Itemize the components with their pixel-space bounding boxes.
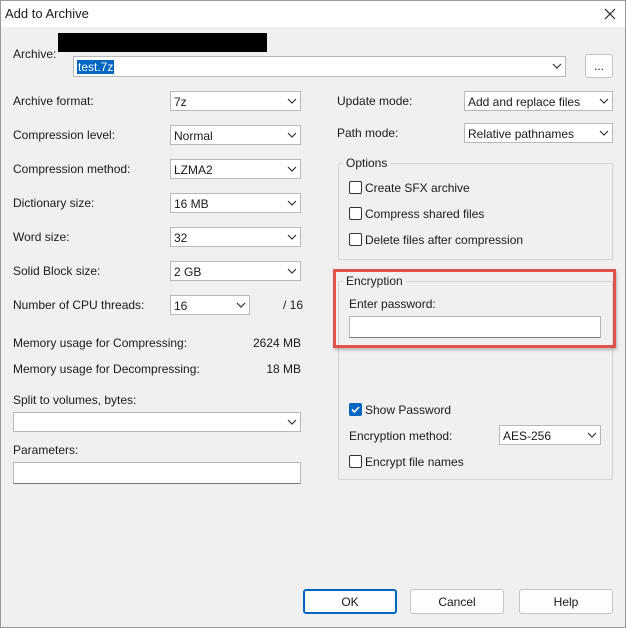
solid-block-size-select[interactable]: 2 GB — [170, 261, 301, 281]
close-icon — [604, 8, 616, 20]
word-size-value: 32 — [174, 231, 188, 245]
chevron-down-icon — [599, 98, 609, 104]
compress-shared-label: Compress shared files — [365, 207, 485, 221]
cancel-button-label: Cancel — [438, 594, 476, 609]
delete-after-checkbox[interactable] — [349, 233, 362, 246]
dictionary-size-select[interactable]: 16 MB — [170, 193, 301, 213]
path-mode-label: Path mode: — [337, 126, 399, 140]
archive-format-select[interactable]: 7z — [170, 91, 301, 111]
ok-button[interactable]: OK — [303, 589, 397, 614]
update-mode-value: Add and replace files — [468, 95, 581, 109]
ok-button-label: OK — [341, 594, 359, 609]
window-title: Add to Archive — [5, 6, 89, 21]
chevron-down-icon — [287, 98, 297, 104]
archive-path-combo[interactable]: test.7z — [73, 56, 566, 77]
solid-block-size-value: 2 GB — [174, 265, 202, 279]
encryption-method-label: Encryption method: — [349, 429, 453, 443]
compress-shared-checkbox[interactable] — [349, 207, 362, 220]
word-size-label: Word size: — [13, 230, 70, 244]
browse-button[interactable]: ... — [585, 54, 613, 78]
dictionary-size-label: Dictionary size: — [13, 196, 95, 210]
solid-block-size-label: Solid Block size: — [13, 264, 101, 278]
chevron-down-icon — [287, 166, 297, 172]
parameters-input[interactable] — [13, 462, 301, 484]
chevron-down-icon — [587, 432, 597, 438]
compression-level-select[interactable]: Normal — [170, 125, 301, 145]
encrypt-names-label: Encrypt file names — [365, 455, 464, 469]
chevron-down-icon — [599, 130, 609, 136]
archive-format-label: Archive format: — [13, 94, 94, 108]
compression-method-value: LZMA2 — [174, 163, 213, 177]
memory-decompress-label: Memory usage for Decompressing: — [13, 362, 200, 376]
chevron-down-icon — [287, 419, 297, 425]
browse-button-label: ... — [593, 59, 604, 73]
cpu-threads-value: 16 — [174, 299, 188, 313]
memory-decompress-value: 18 MB — [266, 362, 301, 376]
help-button-label: Help — [553, 594, 579, 609]
archive-format-value: 7z — [174, 95, 187, 109]
chevron-down-icon — [287, 132, 297, 138]
update-mode-label: Update mode: — [337, 94, 413, 108]
word-size-select[interactable]: 32 — [170, 227, 301, 247]
compression-level-value: Normal — [174, 129, 213, 143]
dictionary-size-value: 16 MB — [174, 197, 209, 211]
chevron-down-icon — [552, 63, 562, 69]
encryption-method-select[interactable]: AES-256 — [499, 425, 601, 445]
split-volumes-combo[interactable] — [13, 412, 301, 432]
cpu-threads-select[interactable]: 16 — [170, 295, 250, 315]
path-mode-select[interactable]: Relative pathnames — [464, 123, 613, 143]
delete-after-label: Delete files after compression — [365, 233, 524, 247]
chevron-down-icon — [236, 302, 246, 308]
archive-label: Archive: — [13, 47, 57, 61]
create-sfx-label: Create SFX archive — [365, 181, 470, 195]
show-password-label: Show Password — [365, 403, 452, 417]
memory-compress-value: 2624 MB — [252, 336, 301, 350]
cancel-button[interactable]: Cancel — [410, 589, 504, 614]
split-volumes-label: Split to volumes, bytes: — [13, 393, 137, 407]
checkmark-icon — [351, 406, 360, 414]
chevron-down-icon — [287, 268, 297, 274]
chevron-down-icon — [287, 234, 297, 240]
encryption-method-value: AES-256 — [503, 429, 552, 443]
chevron-down-icon — [287, 200, 297, 206]
create-sfx-checkbox[interactable] — [349, 181, 362, 194]
help-button[interactable]: Help — [519, 589, 613, 614]
title-bar: Add to Archive — [1, 1, 625, 27]
encrypt-names-checkbox[interactable] — [349, 455, 362, 468]
add-to-archive-dialog: Add to Archive Archive: test.7z ... Arch… — [0, 0, 626, 628]
show-password-checkbox[interactable] — [349, 403, 362, 416]
memory-compress-label: Memory usage for Compressing: — [13, 336, 188, 350]
cpu-threads-label: Number of CPU threads: — [13, 298, 145, 312]
parameters-label: Parameters: — [13, 443, 79, 457]
compression-level-label: Compression level: — [13, 128, 116, 142]
update-mode-select[interactable]: Add and replace files — [464, 91, 613, 111]
archive-path-value: test.7z — [77, 60, 115, 74]
close-button[interactable] — [595, 1, 625, 27]
options-group-title: Options — [343, 156, 391, 170]
cpu-threads-max: / 16 — [283, 298, 304, 312]
compression-method-select[interactable]: LZMA2 — [170, 159, 301, 179]
redacted-path-bar — [58, 33, 267, 52]
highlight-annotation — [333, 269, 616, 348]
path-mode-value: Relative pathnames — [468, 127, 575, 141]
compression-method-label: Compression method: — [13, 162, 131, 176]
